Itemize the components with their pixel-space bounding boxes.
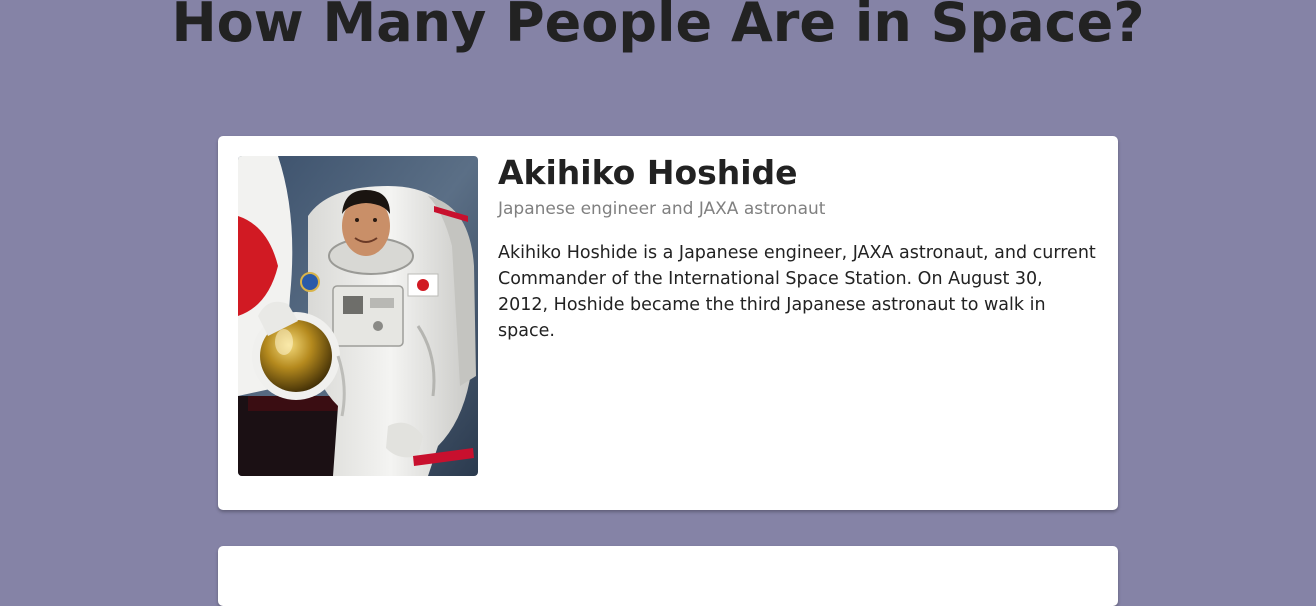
page-title: How Many People Are in Space? xyxy=(171,0,1145,54)
person-card-next xyxy=(218,546,1118,606)
person-name: Akihiko Hoshide xyxy=(498,153,798,192)
person-card: Akihiko Hoshide Japanese engineer and JA… xyxy=(218,136,1118,510)
astronaut-photo xyxy=(238,156,478,476)
person-bio: Akihiko Hoshide is a Japanese engineer, … xyxy=(498,243,1096,341)
person-role: Japanese engineer and JAXA astronaut xyxy=(498,199,826,219)
person-info: Akihiko Hoshide Japanese engineer and JA… xyxy=(498,154,1098,344)
